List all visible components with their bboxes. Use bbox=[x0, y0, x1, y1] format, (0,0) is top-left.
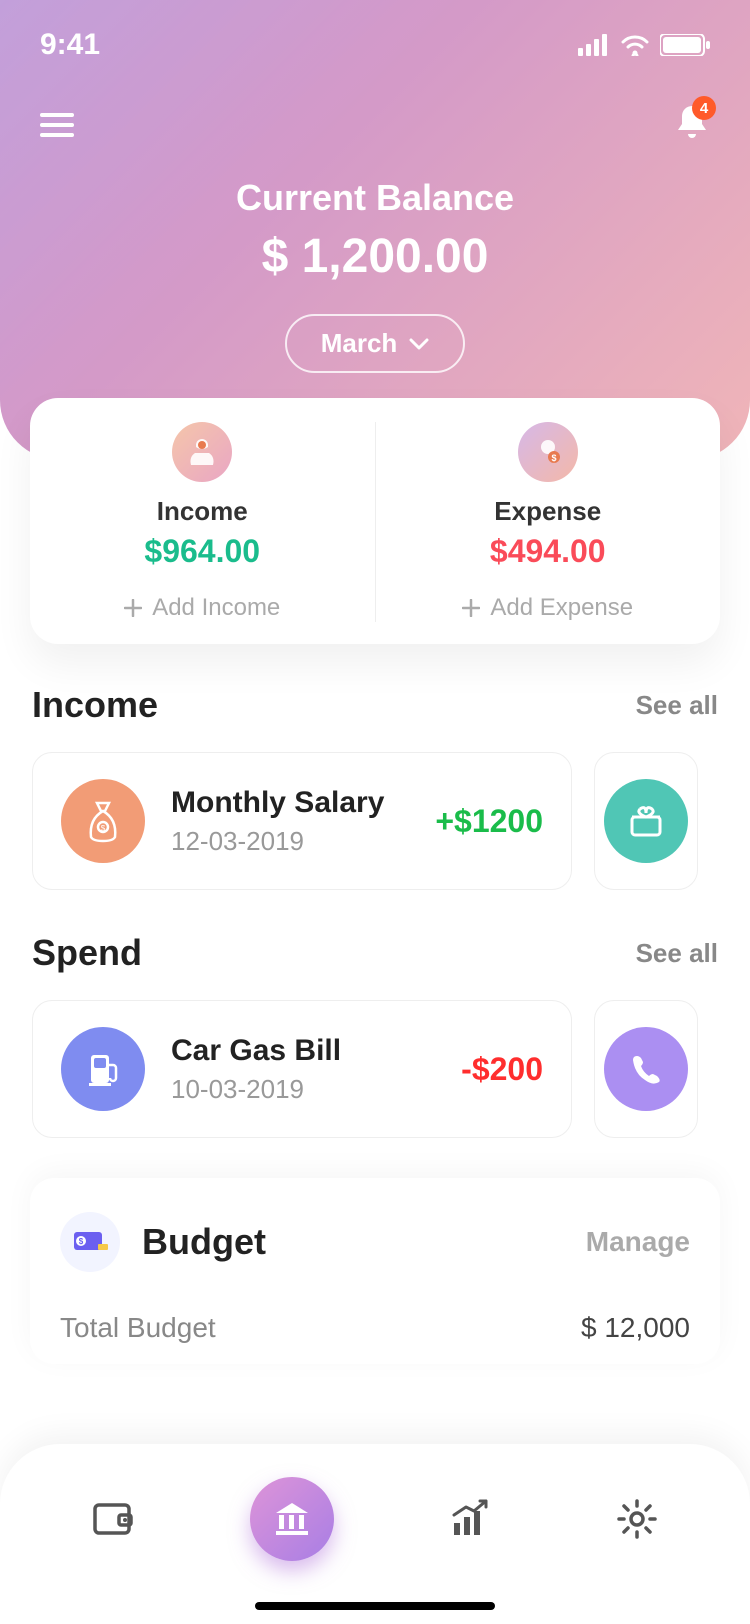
spend-list[interactable]: Car Gas Bill 10-03-2019 -$200 bbox=[32, 1000, 718, 1138]
status-icons bbox=[578, 34, 710, 56]
status-bar: 9:41 bbox=[0, 0, 750, 62]
nav-settings[interactable] bbox=[607, 1489, 667, 1549]
notification-badge: 4 bbox=[692, 96, 716, 120]
income-item-amount: +$1200 bbox=[435, 803, 543, 840]
nav-stats[interactable] bbox=[440, 1489, 500, 1549]
income-value: $964.00 bbox=[30, 533, 375, 570]
spend-item-date: 10-03-2019 bbox=[171, 1074, 435, 1105]
income-label: Income bbox=[30, 496, 375, 527]
notifications-button[interactable]: 4 bbox=[674, 102, 710, 147]
budget-manage-button[interactable]: Manage bbox=[586, 1226, 690, 1258]
summary-income: Income $964.00 Add Income bbox=[30, 422, 376, 622]
expense-icon: $ bbox=[518, 422, 578, 482]
spend-section-title: Spend bbox=[32, 932, 142, 974]
bottom-nav bbox=[0, 1444, 750, 1624]
plus-icon bbox=[462, 599, 480, 617]
chevron-down-icon bbox=[409, 338, 429, 350]
income-section-title: Income bbox=[32, 684, 158, 726]
nav-bank[interactable] bbox=[250, 1477, 334, 1561]
income-icon bbox=[172, 422, 232, 482]
spend-section: Spend See all Car Gas Bill 10-03-2019 -$… bbox=[0, 932, 750, 1138]
wifi-icon bbox=[620, 34, 650, 56]
month-selector[interactable]: March bbox=[285, 314, 466, 373]
wallet-icon bbox=[91, 1499, 135, 1539]
spend-item-amount: -$200 bbox=[461, 1051, 543, 1088]
budget-total-value: $ 12,000 bbox=[581, 1312, 690, 1344]
spend-see-all[interactable]: See all bbox=[636, 938, 718, 969]
balance-amount: $ 1,200.00 bbox=[0, 229, 750, 284]
top-nav: 4 bbox=[0, 62, 750, 147]
bank-icon bbox=[272, 1499, 312, 1539]
income-item-next[interactable] bbox=[594, 752, 698, 890]
chart-icon bbox=[448, 1497, 492, 1541]
income-item[interactable]: $ Monthly Salary 12-03-2019 +$1200 bbox=[32, 752, 572, 890]
summary-expense: $ Expense $494.00 Add Expense bbox=[376, 422, 721, 622]
money-bag-icon: $ bbox=[61, 779, 145, 863]
menu-button[interactable] bbox=[40, 107, 74, 143]
month-label: March bbox=[321, 328, 398, 359]
cellular-icon bbox=[578, 34, 610, 56]
nav-wallet[interactable] bbox=[83, 1489, 143, 1549]
spend-item-next[interactable] bbox=[594, 1000, 698, 1138]
battery-icon bbox=[660, 34, 710, 56]
spend-item-title: Car Gas Bill bbox=[171, 1034, 435, 1068]
add-expense-label: Add Expense bbox=[490, 594, 633, 622]
budget-total-label: Total Budget bbox=[60, 1312, 216, 1344]
income-section: Income See all $ Monthly Salary 12-03-20… bbox=[0, 684, 750, 890]
expense-label: Expense bbox=[376, 496, 721, 527]
plus-icon bbox=[124, 599, 142, 617]
add-income-label: Add Income bbox=[152, 594, 280, 622]
summary-card: Income $964.00 Add Income $ Expense $494… bbox=[30, 398, 720, 644]
phone-icon bbox=[604, 1027, 688, 1111]
gear-icon bbox=[615, 1497, 659, 1541]
add-income-button[interactable]: Add Income bbox=[30, 594, 375, 622]
header: 9:41 4 Current Balance $ 1,200.00 March bbox=[0, 0, 750, 460]
add-expense-button[interactable]: Add Expense bbox=[376, 594, 721, 622]
expense-value: $494.00 bbox=[376, 533, 721, 570]
income-item-title: Monthly Salary bbox=[171, 786, 409, 820]
svg-text:$: $ bbox=[101, 824, 106, 833]
home-indicator[interactable] bbox=[255, 1602, 495, 1610]
budget-card: $ Budget Manage Total Budget $ 12,000 bbox=[30, 1178, 720, 1364]
svg-text:$: $ bbox=[79, 1237, 84, 1246]
svg-text:$: $ bbox=[551, 453, 556, 463]
status-time: 9:41 bbox=[40, 28, 100, 62]
spend-item[interactable]: Car Gas Bill 10-03-2019 -$200 bbox=[32, 1000, 572, 1138]
income-item-date: 12-03-2019 bbox=[171, 826, 409, 857]
gas-pump-icon bbox=[61, 1027, 145, 1111]
budget-icon: $ bbox=[60, 1212, 120, 1272]
income-list[interactable]: $ Monthly Salary 12-03-2019 +$1200 bbox=[32, 752, 718, 890]
income-see-all[interactable]: See all bbox=[636, 690, 718, 721]
gift-icon bbox=[604, 779, 688, 863]
balance-block: Current Balance $ 1,200.00 March bbox=[0, 177, 750, 373]
balance-title: Current Balance bbox=[0, 177, 750, 219]
budget-title: Budget bbox=[142, 1221, 564, 1263]
